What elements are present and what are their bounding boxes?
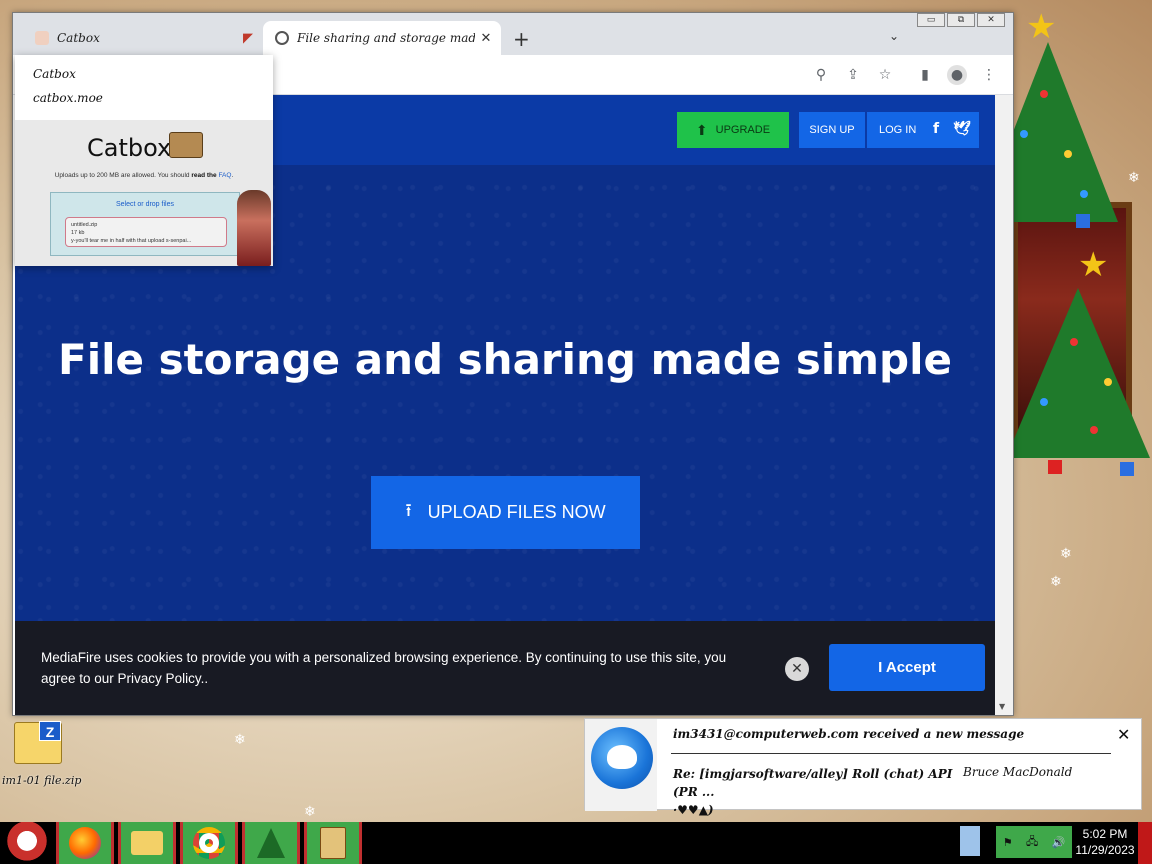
catbox-logo: Catbox [87, 134, 172, 162]
anime-character-image [237, 190, 271, 266]
network-icon[interactable]: 🖧 [1026, 833, 1038, 852]
login-label: LOG IN [879, 124, 917, 136]
firefox-taskbar-button[interactable] [56, 822, 114, 864]
ning-po-taskbar-button[interactable] [304, 822, 362, 864]
notification-sender: Bruce MacDonald [963, 765, 1073, 779]
star-icon[interactable]: ☆ [875, 65, 895, 85]
scroll-down-icon[interactable]: ▼ [999, 702, 1005, 711]
upload-note: Uploads up to 200 MB are allowed. You sh… [54, 172, 234, 179]
firefox-icon [69, 827, 101, 859]
volume-icon[interactable]: 🔊 [1052, 836, 1066, 849]
taskbar-clock[interactable]: 5:02 PM 11/29/2023 [1074, 826, 1136, 858]
uploaded-file: untitled.zip 17 kb y-you'll tear me in h… [65, 217, 227, 247]
tab-title: Catbox [57, 31, 100, 45]
snowflake-icon: ❄ [304, 804, 316, 820]
clock-date: 11/29/2023 [1075, 843, 1135, 857]
globe-icon [275, 31, 289, 45]
system-tray: ⚑ 🖧 🔊 [996, 826, 1072, 858]
catbox-favicon-icon [35, 31, 49, 45]
hero-title: File storage and sharing made simple [58, 335, 952, 384]
upgrade-button[interactable]: ⬆ UPGRADE [677, 112, 789, 148]
tab-catbox[interactable]: Catbox ◤ [23, 21, 263, 55]
snowflake-icon: ❄ [1128, 170, 1140, 186]
new-tab-button[interactable]: + [513, 27, 530, 51]
divider [671, 753, 1111, 754]
santa-start-button[interactable] [4, 822, 50, 864]
upload-label: UPLOAD FILES NOW [427, 502, 606, 522]
star-icon: ★ [1026, 8, 1057, 46]
tray-overflow-button[interactable] [960, 826, 980, 856]
tab-title: File sharing and storage made simple [297, 31, 475, 45]
close-notification-button[interactable]: ✕ [1117, 725, 1130, 744]
mail-notification[interactable]: im3431@computerweb.com received a new me… [584, 718, 1142, 817]
snowflake-icon: ❄ [234, 732, 246, 748]
drop-title: Select or drop files [116, 201, 174, 208]
mute-icon[interactable]: ◤ [237, 31, 259, 46]
tab-search-button[interactable]: ⌄ [889, 29, 899, 43]
close-tab-button[interactable]: ✕ [475, 31, 497, 46]
zip-folder-icon[interactable]: Z [14, 721, 62, 764]
upgrade-label: UPGRADE [715, 124, 771, 136]
tab-mediafire[interactable]: File sharing and storage made simple ✕ [263, 21, 501, 55]
file-explorer-taskbar-button[interactable] [118, 822, 176, 864]
scrollbar[interactable]: ▼ [995, 95, 1013, 715]
upload-icon: ⭱ [405, 499, 412, 521]
upgrade-icon: ⬆ [695, 121, 708, 138]
thunderbird-icon [591, 727, 653, 789]
preview-thumbnail: Catbox Uploads up to 200 MB are allowed.… [15, 120, 273, 266]
cardboard-box-icon [169, 132, 203, 158]
ning-po-icon [320, 827, 346, 859]
folder-icon [131, 831, 163, 855]
maximize-button[interactable]: ⧉ [947, 13, 975, 27]
close-window-button[interactable]: ✕ [977, 13, 1005, 27]
christmas-tree-bottom: ★ [1000, 248, 1152, 488]
cookie-banner: MediaFire uses cookies to provide you wi… [15, 621, 995, 715]
twitter-icon[interactable]: 🕊 [953, 121, 971, 137]
snowflake-icon: ❄ [1050, 574, 1062, 590]
chrome-icon [193, 827, 225, 859]
star-icon: ★ [1078, 246, 1109, 284]
facebook-icon[interactable]: f [933, 121, 939, 137]
tab-strip: Catbox ◤ File sharing and storage made s… [13, 13, 1013, 55]
share-icon[interactable]: ⇪ [843, 65, 863, 85]
chrome-taskbar-button[interactable] [180, 822, 238, 864]
show-desktop-button[interactable] [1138, 822, 1152, 864]
upload-files-button[interactable]: ⭱ UPLOAD FILES NOW [371, 476, 640, 549]
flag-icon[interactable]: ⚑ [1003, 836, 1013, 849]
tab-hover-preview: Catbox catbox.moe Catbox Uploads up to 2… [15, 55, 273, 266]
preview-title: Catbox [33, 67, 76, 81]
clock-time: 5:02 PM [1082, 827, 1128, 841]
cookie-text: MediaFire uses cookies to provide you wi… [41, 650, 727, 686]
desktop-icon-label[interactable]: im1-01 file.zip [2, 774, 81, 787]
preview-domain: catbox.moe [33, 91, 103, 105]
profile-icon[interactable]: ● [947, 65, 967, 85]
notification-icon-area [585, 719, 657, 811]
sidepanel-icon[interactable]: ▮ [915, 65, 935, 85]
search-icon[interactable]: ⚲ [811, 65, 831, 85]
drop-zone: Select or drop files untitled.zip 17 kb … [50, 192, 240, 256]
menu-icon[interactable]: ⋮ [979, 65, 999, 85]
accept-cookies-button[interactable]: I Accept [829, 644, 985, 691]
christmas-tree-taskbar-button[interactable] [242, 822, 300, 864]
notification-header: im3431@computerweb.com received a new me… [673, 727, 1025, 741]
signup-button[interactable]: SIGN UP [799, 112, 865, 148]
cookie-close-button[interactable]: ✕ [785, 657, 809, 681]
minimize-button[interactable]: ▭ [917, 13, 945, 27]
notification-subject: Re: [imgjarsoftware/alley] Roll (chat) A… [673, 767, 953, 817]
window-controls: ▭ ⧉ ✕ [917, 13, 1005, 27]
snowflake-icon: ❄ [1060, 546, 1072, 562]
tree-icon [257, 828, 285, 858]
